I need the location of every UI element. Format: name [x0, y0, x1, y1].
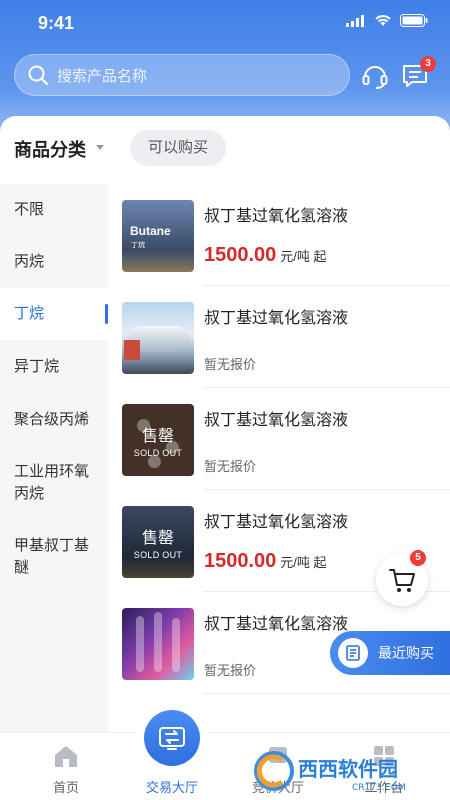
- cart-button[interactable]: 5: [376, 550, 428, 606]
- product-thumbnail: [122, 302, 194, 374]
- trading-hall-center-button[interactable]: [136, 702, 208, 774]
- price-unit: 元/吨 起: [280, 249, 327, 264]
- wifi-icon: [375, 15, 391, 26]
- category-item-active[interactable]: 丁烷: [0, 288, 108, 340]
- product-price: 1500.00 元/吨 起: [204, 244, 327, 267]
- category-item[interactable]: 甲基叔丁基醚: [0, 520, 108, 594]
- product-name: 叔丁基过氧化氢溶液: [204, 412, 349, 429]
- category-label: 丁烷: [14, 305, 45, 322]
- sold-out-overlay: 售罄 SOLD OUT: [122, 506, 194, 578]
- caret-down-icon[interactable]: [96, 145, 104, 150]
- product-name: 叔丁基过氧化氢溶液: [204, 310, 349, 327]
- category-label: 异丁烷: [14, 358, 60, 375]
- customer-service-button[interactable]: [360, 60, 390, 90]
- product-name: 叔丁基过氧化氢溶液: [204, 514, 349, 531]
- category-filter-label[interactable]: 商品分类: [14, 136, 86, 162]
- product-item[interactable]: Butane 丁烷 叔丁基过氧化氢溶液 1500.00 元/吨 起: [108, 184, 450, 286]
- thumb-subtitle: 丁烷: [131, 242, 145, 249]
- watermark-url: CR173.COM: [352, 783, 406, 793]
- recent-purchase-label: 最近购买: [378, 645, 434, 661]
- category-label: 不限: [14, 201, 45, 218]
- truck-cab-shape: [124, 340, 140, 360]
- messages-button[interactable]: 3: [400, 56, 436, 90]
- sold-out-overlay: 售罄 SOLD OUT: [122, 404, 194, 476]
- price-value: 1500.00: [204, 550, 277, 572]
- tab-home[interactable]: 首页: [10, 733, 122, 800]
- sold-out-en: SOLD OUT: [133, 448, 183, 458]
- test-tube-shape: [172, 618, 180, 672]
- test-tube-shape: [154, 612, 162, 672]
- sold-out-label: 售罄: [141, 530, 174, 547]
- battery-icon: [400, 14, 428, 27]
- exchange-icon: [159, 727, 185, 750]
- product-name: 叔丁基过氧化氢溶液: [204, 208, 349, 225]
- divider: [204, 693, 450, 694]
- product-item[interactable]: 叔丁基过氧化氢溶液 暂无报价: [108, 286, 450, 388]
- category-item[interactable]: 聚合级丙烯: [0, 394, 108, 446]
- no-quote-text: 暂无报价: [204, 663, 257, 678]
- category-item[interactable]: 异丁烷: [0, 340, 108, 394]
- status-time: 9:41: [38, 13, 75, 33]
- product-thumbnail: 售罄 SOLD OUT: [122, 506, 194, 578]
- category-item[interactable]: 不限: [0, 184, 108, 236]
- product-thumbnail: Butane 丁烷: [122, 200, 194, 272]
- price-value: 1500.00: [204, 244, 277, 266]
- watermark-logo: 西西软件园 CR173.COM: [252, 748, 432, 794]
- document-icon: [338, 638, 368, 668]
- headset-icon: [362, 66, 388, 89]
- no-quote-text: 暂无报价: [204, 459, 257, 474]
- available-filter-chip[interactable]: 可以购买: [130, 130, 226, 166]
- product-item[interactable]: 售罄 SOLD OUT 叔丁基过氧化氢溶液 暂无报价: [108, 388, 450, 490]
- thumb-title: Butane: [130, 224, 171, 238]
- category-label: 丙烷: [14, 253, 45, 270]
- product-name: 叔丁基过氧化氢溶液: [204, 616, 349, 633]
- cart-badge: 5: [410, 550, 426, 566]
- no-quote-text: 暂无报价: [204, 357, 257, 372]
- test-tube-shape: [136, 616, 144, 672]
- tab-label: 首页: [52, 780, 79, 795]
- search-icon: [28, 65, 48, 85]
- price-unit: 元/吨 起: [280, 555, 327, 570]
- product-thumbnail: [122, 608, 194, 680]
- content-card: 商品分类 可以购买 不限 丙烷 丁烷 异丁烷 聚合级丙烯 工业用环氧丙烷 甲基叔…: [0, 116, 450, 800]
- tab-label: 交易大厅: [145, 780, 198, 795]
- filter-bar: 商品分类 可以购买: [0, 116, 450, 184]
- recent-purchase-button[interactable]: 最近购买: [330, 631, 450, 675]
- category-label: 甲基叔丁基醚: [14, 537, 90, 576]
- category-item[interactable]: 丙烷: [0, 236, 108, 288]
- home-icon: [55, 746, 77, 767]
- category-label: 工业用环氧丙烷: [14, 463, 90, 502]
- status-bar: 9:41: [0, 0, 450, 44]
- message-badge: 3: [420, 56, 436, 72]
- sold-out-en: SOLD OUT: [133, 550, 183, 560]
- category-item[interactable]: 工业用环氧丙烷: [0, 446, 108, 520]
- category-label: 聚合级丙烯: [14, 411, 90, 428]
- watermark-brand: 西西软件园: [298, 757, 398, 781]
- product-price: 1500.00 元/吨 起: [204, 550, 327, 573]
- signal-icon: [346, 14, 364, 27]
- search-input[interactable]: 搜索产品名称: [14, 54, 350, 96]
- search-placeholder: 搜索产品名称: [57, 67, 148, 85]
- category-sidebar: 不限 丙烷 丁烷 异丁烷 聚合级丙烯 工业用环氧丙烷 甲基叔丁基醚: [0, 184, 108, 800]
- sold-out-label: 售罄: [141, 428, 174, 445]
- trading-hall-icon-bg: [144, 710, 200, 766]
- product-thumbnail: 售罄 SOLD OUT: [122, 404, 194, 476]
